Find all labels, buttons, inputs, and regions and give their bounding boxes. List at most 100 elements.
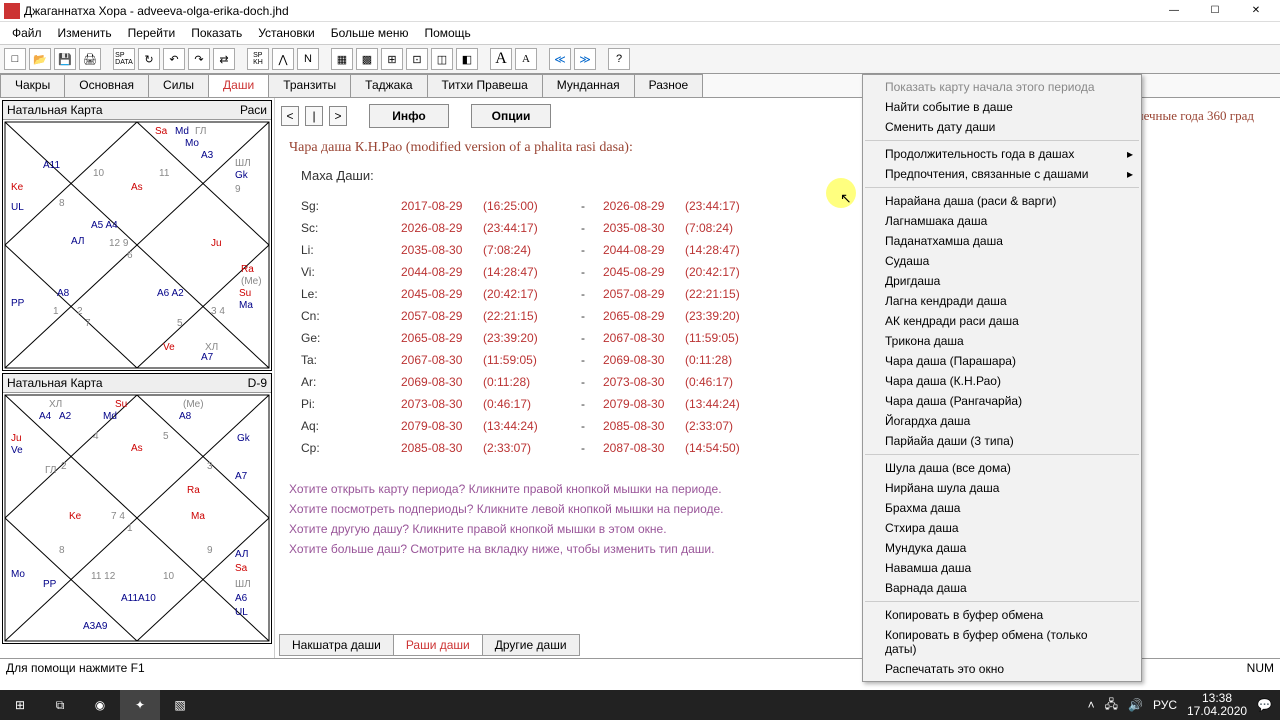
chrome-icon[interactable]: ◉ — [80, 690, 120, 720]
ctx-item[interactable]: Йогардха даша — [863, 411, 1141, 431]
natal-chart-d9[interactable]: Натальная КартаD-9 ХЛ Su (Me) A4A2 Md A8… — [2, 373, 272, 644]
tray-lang[interactable]: РУС — [1153, 698, 1177, 712]
ctx-item[interactable]: Паданатхамша даша — [863, 231, 1141, 251]
ctx-item[interactable]: Парйайа даши (3 типа) — [863, 431, 1141, 451]
prev-icon[interactable]: ≪ — [549, 48, 571, 70]
ctx-item[interactable]: Чара даша (К.Н.Рао) — [863, 371, 1141, 391]
menu-bar: ФайлИзменитьПерейтиПоказатьУстановкиБоль… — [0, 22, 1280, 44]
minimize-button[interactable]: — — [1154, 0, 1194, 22]
layout4-icon[interactable]: ◧ — [456, 48, 478, 70]
jhora-icon[interactable]: ✦ — [120, 690, 160, 720]
spkh-icon[interactable]: SPKH — [247, 48, 269, 70]
ctx-item[interactable]: Судаша — [863, 251, 1141, 271]
redo-icon[interactable]: ↷ — [188, 48, 210, 70]
subtab-1[interactable]: Раши даши — [393, 634, 483, 656]
save-icon[interactable]: 💾 — [54, 48, 76, 70]
ctx-item[interactable]: Шула даша (все дома) — [863, 458, 1141, 478]
ctx-item[interactable]: Навамша даша — [863, 558, 1141, 578]
menu-Перейти[interactable]: Перейти — [120, 24, 184, 42]
charts-panel: Натальная КартаРаси SaMdГЛ Mo A3 ШЛ Gk 9… — [0, 98, 275, 658]
subtab-0[interactable]: Накшатра даши — [279, 634, 394, 656]
menu-Изменить[interactable]: Изменить — [50, 24, 120, 42]
ctx-item[interactable]: Лагнамшака даша — [863, 211, 1141, 231]
nav-next-button[interactable]: > — [329, 106, 347, 126]
taskview-icon[interactable]: ⧉ — [40, 690, 80, 720]
options-button[interactable]: Опции — [471, 104, 551, 128]
help-icon[interactable]: ? — [608, 48, 630, 70]
refresh-icon[interactable]: ↻ — [138, 48, 160, 70]
maximize-button[interactable]: ☐ — [1195, 0, 1235, 22]
ctx-item[interactable]: АК кендради раси даша — [863, 311, 1141, 331]
ctx-item[interactable]: Мундука даша — [863, 538, 1141, 558]
undo-icon[interactable]: ↶ — [163, 48, 185, 70]
layout1-icon[interactable]: ⊞ — [381, 48, 403, 70]
app-icon — [4, 3, 20, 19]
subtab-bar: Накшатра дашиРаши дашиДругие даши — [279, 634, 579, 656]
tray-chevron-icon[interactable]: ˄ — [1088, 698, 1095, 712]
info-button[interactable]: Инфо — [369, 104, 449, 128]
menu-Установки[interactable]: Установки — [250, 24, 322, 42]
tab-1[interactable]: Основная — [64, 74, 149, 97]
start-button[interactable]: ⊞ — [0, 690, 40, 720]
ctx-item[interactable]: Копировать в буфер обмена (только даты) — [863, 625, 1141, 659]
context-menu[interactable]: Показать карту начала этого периодаНайти… — [862, 74, 1142, 682]
new-icon[interactable]: □ — [4, 48, 26, 70]
tab-5[interactable]: Таджака — [350, 74, 427, 97]
ctx-item[interactable]: Найти событие в даше — [863, 97, 1141, 117]
grid2-icon[interactable]: ▩ — [356, 48, 378, 70]
font-inc-icon[interactable]: A — [490, 48, 512, 70]
close-button[interactable]: ✕ — [1236, 0, 1276, 22]
ctx-item[interactable]: Нирйана шула даша — [863, 478, 1141, 498]
spdata-icon[interactable]: SPDATA — [113, 48, 135, 70]
chart-title: Натальная Карта — [7, 103, 103, 117]
toolbar: □ 📂 💾 🖨 SPDATA ↻ ↶ ↷ ⇄ SPKH ⋀ N ▦ ▩ ⊞ ⊡ … — [0, 44, 1280, 74]
ctx-item[interactable]: Чара даша (Парашара) — [863, 351, 1141, 371]
swap-icon[interactable]: ⇄ — [213, 48, 235, 70]
grid1-icon[interactable]: ▦ — [331, 48, 353, 70]
status-num: NUM — [1247, 661, 1274, 676]
ctx-item[interactable]: Копировать в буфер обмена — [863, 605, 1141, 625]
tab-0[interactable]: Чакры — [0, 74, 65, 97]
subtab-2[interactable]: Другие даши — [482, 634, 580, 656]
menu-Больше меню[interactable]: Больше меню — [323, 24, 417, 42]
menu-Показать[interactable]: Показать — [183, 24, 250, 42]
ctx-item[interactable]: Трикона даша — [863, 331, 1141, 351]
compass-icon[interactable]: ⋀ — [272, 48, 294, 70]
ctx-item[interactable]: Варнада даша — [863, 578, 1141, 598]
ctx-item[interactable]: Нарайана даша (раси & варги) — [863, 191, 1141, 211]
tray-notif-icon[interactable]: 💬 — [1257, 698, 1272, 712]
tray-net-icon[interactable]: 🖧 — [1105, 695, 1118, 716]
tab-4[interactable]: Транзиты — [268, 74, 351, 97]
layout3-icon[interactable]: ◫ — [431, 48, 453, 70]
menu-Файл[interactable]: Файл — [4, 24, 50, 42]
nav-prev-button[interactable]: < — [281, 106, 299, 126]
natal-chart-rasi[interactable]: Натальная КартаРаси SaMdГЛ Mo A3 ШЛ Gk 9… — [2, 100, 272, 371]
ctx-item[interactable]: Чара даша (Рангачарйа) — [863, 391, 1141, 411]
ctx-item[interactable]: Брахма даша — [863, 498, 1141, 518]
next-icon[interactable]: ≫ — [574, 48, 596, 70]
ctx-item[interactable]: Сменить дату даши — [863, 117, 1141, 137]
n-icon[interactable]: N — [297, 48, 319, 70]
tray-date[interactable]: 17.04.2020 — [1187, 705, 1247, 718]
app-icon[interactable]: ▧ — [160, 690, 200, 720]
ctx-item[interactable]: Лагна кендради даша — [863, 291, 1141, 311]
ctx-item[interactable]: Продолжительность года в дашах▸ — [863, 144, 1141, 164]
nav-first-button[interactable]: | — [305, 106, 323, 126]
tray-vol-icon[interactable]: 🔊 — [1128, 698, 1143, 712]
print-icon[interactable]: 🖨 — [79, 48, 101, 70]
tab-3[interactable]: Даши — [208, 74, 269, 97]
taskbar[interactable]: ⊞ ⧉ ◉ ✦ ▧ ˄ 🖧 🔊 РУС 13:38 17.04.2020 💬 — [0, 690, 1280, 720]
tab-6[interactable]: Титхи Правеша — [427, 74, 543, 97]
font-dec-icon[interactable]: A — [515, 48, 537, 70]
status-help: Для помощи нажмите F1 — [6, 661, 145, 676]
tab-8[interactable]: Разное — [634, 74, 704, 97]
tab-7[interactable]: Мунданная — [542, 74, 635, 97]
open-icon[interactable]: 📂 — [29, 48, 51, 70]
tab-2[interactable]: Силы — [148, 74, 209, 97]
ctx-item[interactable]: Распечатать это окно — [863, 659, 1141, 679]
ctx-item[interactable]: Дригдаша — [863, 271, 1141, 291]
menu-Помощь[interactable]: Помощь — [416, 24, 478, 42]
ctx-item[interactable]: Предпочтения, связанные с дашами▸ — [863, 164, 1141, 184]
ctx-item[interactable]: Стхира даша — [863, 518, 1141, 538]
layout2-icon[interactable]: ⊡ — [406, 48, 428, 70]
